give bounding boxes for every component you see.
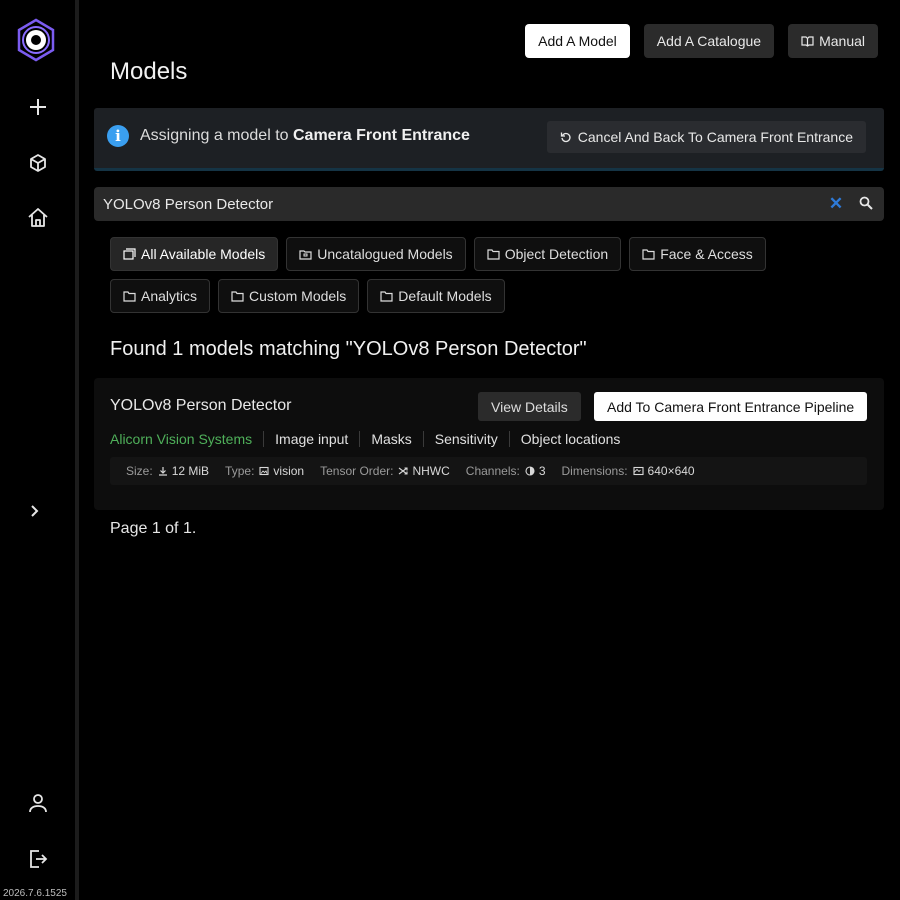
model-name: YOLOv8 Person Detector — [110, 397, 292, 414]
banner-prefix: Assigning a model to — [140, 127, 289, 144]
cube-icon[interactable] — [24, 149, 52, 177]
chevron-right-icon[interactable] — [20, 497, 48, 525]
view-details-button[interactable]: View Details — [478, 392, 581, 421]
model-meta: Size: 12 MiB Type: vision Tensor Order: … — [110, 457, 867, 485]
type-value: vision — [273, 464, 305, 478]
archive-icon — [299, 248, 312, 260]
banner-target: Camera Front Entrance — [292, 127, 470, 144]
meta-value: 12 MiB — [158, 464, 209, 478]
book-icon — [801, 35, 814, 47]
capability-tag: Masks — [359, 431, 422, 447]
page-title: Models — [110, 58, 188, 85]
stack-icon — [123, 248, 136, 260]
meta-size: Size: 12 MiB — [126, 464, 209, 478]
meta-value: 640×640 — [632, 464, 695, 478]
results-summary: Found 1 models matching "YOLOv8 Person D… — [110, 338, 587, 360]
meta-channels: Channels: 3 — [466, 464, 546, 478]
app-logo-icon[interactable] — [14, 18, 58, 62]
filter-uncatalogued-models[interactable]: Uncatalogued Models — [286, 237, 466, 271]
clear-search-icon[interactable]: ✕ — [828, 195, 844, 212]
ruler-icon — [632, 466, 644, 476]
contrast-icon — [525, 466, 535, 476]
shuffle-icon — [398, 466, 409, 476]
meta-tensor-order: Tensor Order: NHWC — [320, 464, 450, 478]
search-bar: ✕ — [94, 187, 884, 221]
filter-label: Analytics — [141, 288, 198, 304]
folder-icon — [642, 248, 655, 260]
meta-value: vision — [259, 464, 304, 478]
meta-value: NHWC — [398, 464, 450, 478]
vendor-tag: Alicorn Vision Systems — [110, 431, 253, 447]
filter-label: Custom Models — [249, 288, 347, 304]
filter-label: Face & Access — [660, 246, 753, 262]
cancel-assignment-label: Cancel And Back To Camera Front Entrance — [577, 129, 853, 145]
search-icon[interactable] — [859, 196, 875, 212]
channels-value: 3 — [538, 464, 546, 478]
manual-button-label: Manual — [819, 33, 865, 49]
meta-label: Size: — [126, 464, 153, 478]
filter-label: Default Models — [398, 288, 492, 304]
filter-all-available-models[interactable]: All Available Models — [110, 237, 279, 271]
search-input[interactable] — [103, 187, 803, 221]
version-label: 2026.7.6.1525 — [3, 888, 67, 899]
banner-text: Assigning a model to Camera Front Entran… — [140, 127, 470, 145]
filter-object-detection[interactable]: Object Detection — [473, 237, 622, 271]
meta-value: 3 — [525, 464, 546, 478]
meta-label: Channels: — [465, 464, 520, 478]
folder-icon — [487, 248, 500, 260]
tensor-value: NHWC — [412, 464, 450, 478]
filter-label: Uncatalogued Models — [317, 246, 453, 262]
pagination-text: Page 1 of 1. — [110, 520, 197, 537]
user-icon[interactable] — [24, 789, 52, 817]
assignment-banner: i Assigning a model to Camera Front Entr… — [94, 108, 884, 171]
filter-label: Object Detection — [504, 246, 609, 262]
add-to-pipeline-button[interactable]: Add To Camera Front Entrance Pipeline — [594, 392, 868, 421]
meta-type: Type: vision — [225, 464, 304, 478]
folder-icon — [123, 290, 136, 302]
top-actions: Add A Model Add A Catalogue Manual — [525, 24, 878, 58]
add-catalogue-button[interactable]: Add A Catalogue — [643, 24, 775, 58]
dimensions-value: 640×640 — [647, 464, 695, 478]
download-icon — [158, 466, 168, 476]
capability-tag: Image input — [263, 431, 359, 447]
folder-icon — [231, 290, 244, 302]
filter-custom-models[interactable]: Custom Models — [218, 279, 360, 313]
model-tags: Alicorn Vision Systems Image input Masks… — [110, 431, 631, 447]
capability-tag: Sensitivity — [422, 431, 509, 447]
manual-button[interactable]: Manual — [788, 24, 878, 58]
home-icon[interactable] — [24, 204, 52, 232]
catalogue-filters: All Available Models Uncatalogued Models… — [110, 237, 790, 313]
logout-icon[interactable] — [24, 845, 52, 873]
info-icon: i — [107, 125, 129, 147]
filter-analytics[interactable]: Analytics — [110, 279, 211, 313]
filter-face-access[interactable]: Face & Access — [629, 237, 766, 271]
meta-label: Type: — [225, 464, 255, 478]
undo-icon — [560, 131, 572, 143]
size-value: 12 MiB — [171, 464, 210, 478]
sidebar: 2026.7.6.1525 — [0, 0, 75, 900]
add-model-button[interactable]: Add A Model — [525, 24, 630, 58]
cancel-assignment-button[interactable]: Cancel And Back To Camera Front Entrance — [546, 121, 866, 153]
filter-default-models[interactable]: Default Models — [367, 279, 505, 313]
folder-icon — [380, 290, 393, 302]
meta-label: Tensor Order: — [320, 464, 394, 478]
image-icon — [259, 466, 269, 476]
capability-tag: Object locations — [508, 431, 632, 447]
filter-label: All Available Models — [141, 246, 266, 262]
model-card: YOLOv8 Person Detector View Details Add … — [94, 378, 884, 510]
main-content: Add A Model Add A Catalogue Manual Model… — [79, 0, 900, 900]
meta-label: Dimensions: — [561, 464, 628, 478]
meta-dimensions: Dimensions: 640×640 — [562, 464, 695, 478]
plus-icon[interactable] — [24, 93, 52, 121]
